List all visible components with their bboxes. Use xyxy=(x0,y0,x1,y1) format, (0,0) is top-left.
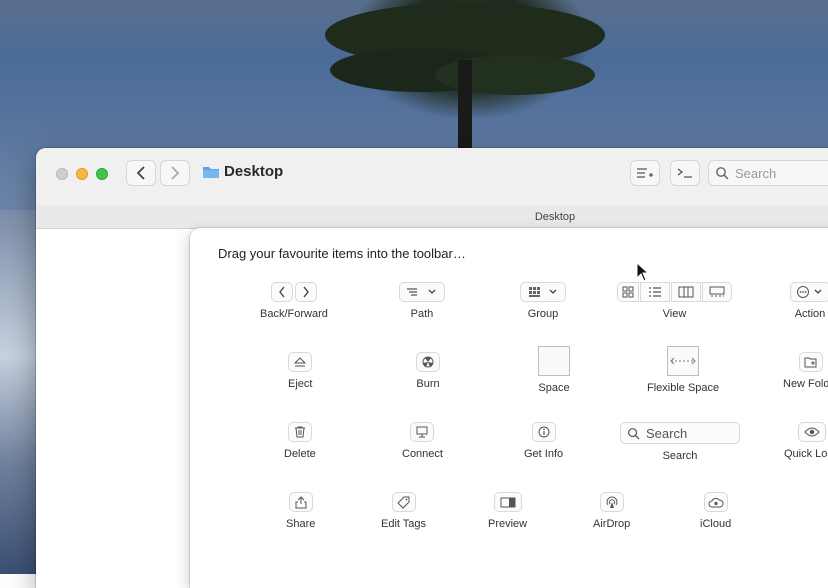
action-icon xyxy=(790,282,828,302)
airdrop-icon xyxy=(599,492,624,512)
item-label: Preview xyxy=(488,518,528,530)
burn-icon xyxy=(416,352,440,372)
item-action[interactable]: Action xyxy=(790,282,828,320)
item-label: Flexible Space xyxy=(647,382,720,394)
item-eject[interactable]: Eject xyxy=(288,352,312,390)
flexible-space-icon xyxy=(667,346,700,376)
connect-icon xyxy=(410,422,435,442)
mouse-pointer xyxy=(636,262,650,282)
item-label: View xyxy=(662,308,687,320)
item-label: New Folder xyxy=(783,378,828,390)
list-add-icon xyxy=(637,168,653,178)
item-label: Get Info xyxy=(524,448,564,460)
item-flexible-space[interactable]: Flexible Space xyxy=(647,346,719,394)
item-icloud[interactable]: iCloud xyxy=(700,492,731,530)
path-bar: Desktop xyxy=(36,206,828,229)
item-label: Delete xyxy=(284,448,316,460)
path-title: Desktop xyxy=(534,211,576,223)
new-folder-icon xyxy=(799,352,824,372)
item-label: iCloud xyxy=(700,518,732,530)
item-label: Burn xyxy=(416,378,440,390)
item-preview[interactable]: Preview xyxy=(488,492,527,530)
window-title: Desktop xyxy=(202,163,283,180)
item-label: Connect xyxy=(402,448,443,460)
info-icon xyxy=(531,422,556,442)
zoom-button[interactable] xyxy=(96,168,108,180)
item-path[interactable]: Path xyxy=(399,282,445,320)
chevron-left-icon xyxy=(270,282,293,302)
item-label: Edit Tags xyxy=(381,518,427,530)
item-label: Quick Look xyxy=(784,448,828,460)
item-burn[interactable]: Burn xyxy=(416,352,440,390)
eye-icon xyxy=(797,422,826,442)
item-connect[interactable]: Connect xyxy=(402,422,443,460)
tree-silhouette xyxy=(325,3,605,150)
search-input[interactable]: Search xyxy=(708,160,828,186)
space-icon xyxy=(538,346,570,376)
customize-toolbar-sheet: Drag your favourite items into the toolb… xyxy=(190,228,828,588)
item-label: Share xyxy=(286,518,316,530)
forward-button[interactable] xyxy=(160,160,190,186)
item-space[interactable]: Space xyxy=(538,346,570,394)
sheet-header: Drag your favourite items into the toolb… xyxy=(218,246,466,261)
list-view-icon xyxy=(640,282,670,302)
back-button[interactable] xyxy=(126,160,156,186)
terminal-button[interactable] xyxy=(670,160,700,186)
column-view-icon xyxy=(671,282,701,302)
item-label: Eject xyxy=(288,378,313,390)
group-icon xyxy=(520,282,566,302)
item-back-forward[interactable]: Back/Forward xyxy=(260,282,328,320)
icon-view-icon xyxy=(617,282,639,302)
share-icon xyxy=(288,492,313,512)
item-delete[interactable]: Delete xyxy=(284,422,316,460)
search-field-sample: Search xyxy=(620,422,740,444)
item-label: Search xyxy=(662,450,698,462)
item-group[interactable]: Group xyxy=(520,282,566,320)
window-title-text: Desktop xyxy=(224,163,284,180)
search-icon xyxy=(716,167,729,180)
path-icon xyxy=(399,282,445,302)
close-button[interactable] xyxy=(56,168,68,180)
item-get-info[interactable]: Get Info xyxy=(524,422,563,460)
folder-icon xyxy=(203,167,219,178)
item-view[interactable]: View xyxy=(617,282,732,320)
search-placeholder: Search xyxy=(735,165,777,181)
item-quick-look[interactable]: Quick Look xyxy=(784,422,828,460)
item-label: Action xyxy=(794,308,826,320)
terminal-icon xyxy=(677,168,692,178)
preview-icon xyxy=(493,492,522,512)
gallery-view-icon xyxy=(702,282,732,302)
chevron-right-icon xyxy=(171,166,180,180)
item-edit-tags[interactable]: Edit Tags xyxy=(381,492,426,530)
item-label: Group xyxy=(527,308,559,320)
item-new-folder[interactable]: New Folder xyxy=(783,352,828,390)
search-icon xyxy=(628,427,640,440)
trash-icon xyxy=(287,422,312,442)
minimize-button[interactable] xyxy=(76,168,88,180)
item-share[interactable]: Share xyxy=(286,492,315,530)
item-search[interactable]: Search Search xyxy=(620,422,740,462)
item-label: AirDrop xyxy=(593,518,631,530)
item-label: Back/Forward xyxy=(260,308,328,320)
search-sample-placeholder: Search xyxy=(646,425,688,441)
item-label: Space xyxy=(538,382,570,394)
rocky-shore xyxy=(0,210,40,574)
eject-icon xyxy=(288,352,313,372)
group-by-button[interactable] xyxy=(630,160,660,186)
title-bar: Desktop Search xyxy=(36,148,828,207)
icloud-icon xyxy=(703,492,728,512)
tag-icon xyxy=(391,492,416,512)
item-airdrop[interactable]: AirDrop xyxy=(593,492,630,530)
chevron-left-icon xyxy=(136,166,145,180)
chevron-right-icon xyxy=(294,282,317,302)
item-label: Path xyxy=(410,308,434,320)
